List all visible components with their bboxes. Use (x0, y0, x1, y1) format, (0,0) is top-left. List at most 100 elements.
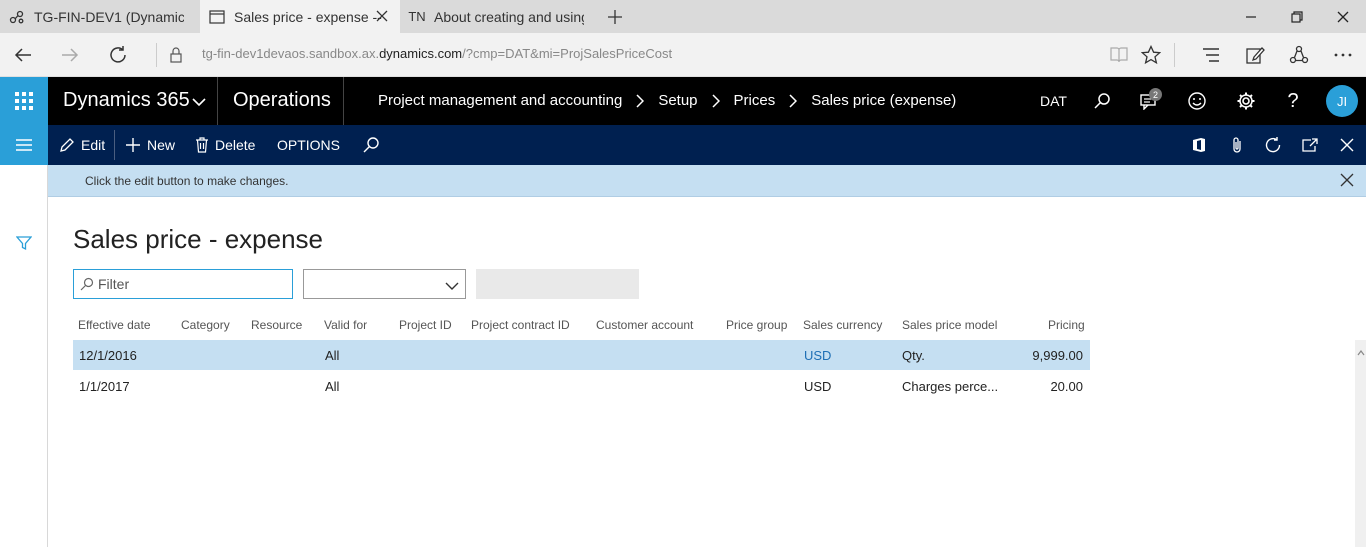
close-tab-icon[interactable] (374, 8, 390, 24)
page-title: Sales price - expense (73, 224, 324, 254)
options-tab[interactable]: OPTIONS (277, 125, 340, 165)
close-message-icon[interactable] (1340, 173, 1356, 189)
app-launcher-button[interactable] (0, 77, 48, 125)
column-header[interactable]: Project contract ID (471, 318, 570, 332)
reading-view-icon[interactable] (1105, 41, 1133, 69)
avatar[interactable]: JI (1326, 85, 1358, 117)
tab-favicon-text: TN (408, 9, 426, 24)
new-tab-button[interactable] (600, 0, 630, 33)
app-top-bar: Dynamics 365 Operations Project manageme… (0, 77, 1366, 125)
close-page-icon[interactable] (1335, 133, 1359, 157)
attachment-icon[interactable] (1225, 133, 1249, 157)
cell-effective-date: 12/1/2016 (79, 348, 137, 363)
breadcrumb-item[interactable]: Sales price (expense) (811, 92, 956, 109)
delete-button[interactable]: Delete (195, 125, 255, 165)
open-new-window-icon[interactable] (1298, 133, 1322, 157)
restore-button[interactable] (1274, 0, 1320, 33)
filter-icon[interactable] (15, 235, 33, 256)
filter-field-dropdown[interactable] (303, 269, 466, 299)
help-icon[interactable]: ? (1279, 87, 1307, 115)
refresh-icon (110, 46, 126, 63)
pencil-icon (60, 138, 74, 152)
url-path: /?cmp=DAT&mi=ProjSalesPriceCost (462, 46, 673, 61)
refresh-icon[interactable] (1261, 133, 1285, 157)
table-row[interactable]: 1/1/2017 All USD Charges perce... 20.00 (73, 371, 1090, 402)
web-note-icon[interactable] (1241, 41, 1269, 69)
filter-value-field (476, 269, 639, 299)
address-bar: tg-fin-dev1devaos.sandbox.ax.dynamics.co… (0, 33, 1366, 77)
column-header[interactable]: Sales currency (803, 318, 882, 332)
filter-box[interactable] (73, 269, 293, 299)
breadcrumb-item[interactable]: Project management and accounting (378, 92, 622, 109)
divider (343, 77, 344, 125)
nav-menu-button[interactable] (0, 125, 48, 165)
breadcrumb: Project management and accounting Setup … (378, 92, 956, 109)
chevron-down-icon (445, 278, 459, 296)
brand-title[interactable]: Dynamics 365 (63, 89, 190, 112)
column-header[interactable]: Pricing (1048, 318, 1085, 332)
window-controls (1228, 0, 1366, 33)
column-header[interactable]: Category (181, 318, 230, 332)
edit-label: Edit (81, 137, 106, 153)
gear-icon[interactable] (1232, 87, 1260, 115)
feedback-smile-icon[interactable] (1183, 87, 1211, 115)
delete-label: Delete (215, 137, 256, 153)
action-pane: Edit New Delete OPTIONS (48, 125, 1366, 165)
close-window-button[interactable] (1320, 0, 1366, 33)
breadcrumb-item[interactable]: Setup (658, 92, 697, 109)
trash-icon (196, 137, 208, 153)
chevron-down-icon[interactable] (192, 94, 206, 112)
hub-icon[interactable] (1197, 41, 1225, 69)
table-row[interactable]: 12/1/2016 All USD Qty. 9,999.00 (73, 340, 1090, 371)
column-header[interactable]: Valid for (324, 318, 367, 332)
tab-title: TG-FIN-DEV1 (Dynamics 365 (34, 8, 184, 25)
chevron-right-icon (712, 93, 720, 108)
column-header[interactable]: Customer account (596, 318, 693, 332)
column-header[interactable]: Project ID (399, 318, 452, 332)
share-icon[interactable] (1285, 41, 1313, 69)
message-bar: Click the edit button to make changes. (48, 165, 1366, 197)
url-domain: dynamics.com (379, 46, 463, 61)
sales-price-grid: Effective date Category Resource Valid f… (73, 310, 1090, 402)
more-menu-icon[interactable] (1329, 41, 1357, 69)
minimize-button[interactable] (1228, 0, 1274, 33)
notification-badge: 2 (1149, 88, 1162, 101)
search-icon[interactable] (1088, 87, 1116, 115)
new-button[interactable]: New (125, 125, 175, 165)
column-header[interactable]: Resource (251, 318, 302, 332)
column-header[interactable]: Sales price model (902, 318, 997, 332)
forward-button[interactable] (56, 41, 84, 69)
back-button[interactable] (9, 41, 37, 69)
url-field[interactable]: tg-fin-dev1devaos.sandbox.ax.dynamics.co… (202, 46, 672, 61)
edit-button[interactable]: Edit (59, 125, 105, 165)
favorite-star-icon[interactable] (1137, 41, 1165, 69)
column-header[interactable]: Effective date (78, 318, 151, 332)
tab-title: About creating and using pr (434, 8, 584, 25)
scroll-up-icon[interactable] (1357, 343, 1365, 361)
vertical-scrollbar[interactable] (1355, 340, 1366, 547)
cell-pricing: 20.00 (1050, 379, 1083, 394)
chevron-right-icon (636, 93, 645, 108)
filter-input[interactable] (98, 274, 288, 294)
browser-tab-3[interactable]: TN About creating and using pr (400, 0, 600, 33)
office-icon[interactable] (1187, 133, 1211, 157)
tab-title: Sales price - expense -- (234, 8, 382, 25)
column-header[interactable]: Price group (726, 318, 787, 332)
lock-icon (162, 41, 190, 69)
company-picker[interactable]: DAT (1040, 93, 1067, 109)
search-icon (363, 137, 379, 153)
browser-tab-1[interactable]: TG-FIN-DEV1 (Dynamics 365 (0, 0, 200, 33)
browser-tab-2[interactable]: Sales price - expense -- (200, 0, 400, 33)
hamburger-icon (16, 139, 32, 151)
action-search-button[interactable] (362, 125, 386, 165)
cell-currency-link[interactable]: USD (804, 348, 831, 363)
address-divider (156, 43, 157, 67)
cell-currency: USD (804, 379, 832, 394)
breadcrumb-item[interactable]: Prices (734, 92, 776, 109)
url-host: tg-fin-dev1devaos.sandbox.ax. (202, 46, 380, 61)
left-navigation (0, 165, 48, 547)
refresh-button[interactable] (104, 41, 132, 69)
network-icon (8, 9, 26, 25)
cell-price-model: Qty. (902, 348, 925, 363)
module-name: Operations (233, 89, 331, 111)
